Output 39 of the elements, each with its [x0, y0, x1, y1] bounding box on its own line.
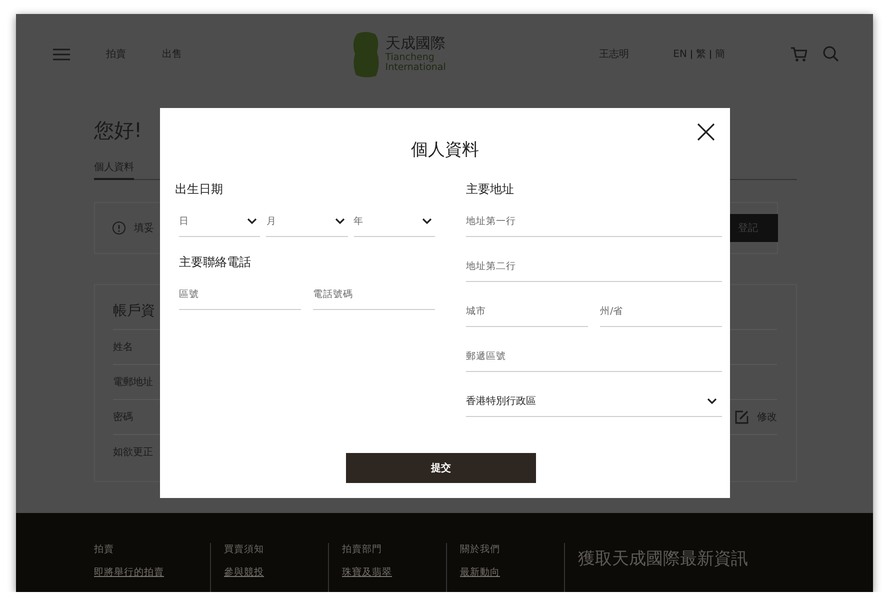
section-heading: 主要聯絡電話 [179, 254, 252, 271]
footer-heading: 拍賣 [94, 543, 115, 556]
footer-link[interactable]: 即將舉行的拍賣 [94, 566, 210, 579]
newsletter-heading: 獲取天成國際最新資訊 [577, 548, 748, 571]
info-icon [112, 221, 126, 235]
dropdown-field[interactable]: 香港特別行政區 [466, 386, 722, 417]
footer-link[interactable]: 參與競投 [224, 566, 328, 579]
close-icon [697, 123, 715, 141]
edit-icon [735, 410, 749, 424]
cart-icon[interactable] [790, 46, 807, 62]
footer-link[interactable]: 最新動向 [460, 566, 564, 579]
dropdown-field[interactable]: 日 [179, 206, 260, 237]
dropdown-field[interactable]: 月 [266, 206, 348, 237]
input-field[interactable]: 郵遞區號 [466, 341, 722, 372]
footer-heading: 關於我們 [460, 543, 501, 556]
footer-link[interactable]: 珠寶及翡翠 [342, 566, 446, 579]
submit-button[interactable]: 提交 [346, 453, 536, 483]
input-field[interactable]: 地址第一行 [466, 206, 722, 237]
input-field[interactable]: 州/省 [600, 296, 722, 327]
dropdown-field[interactable]: 年 [354, 206, 435, 237]
input-field[interactable]: 地址第二行 [466, 251, 722, 282]
input-field[interactable]: 電話號碼 [313, 279, 435, 310]
section-heading: 主要地址 [466, 181, 515, 198]
input-field[interactable]: 區號 [179, 279, 301, 310]
chevron-down-icon [420, 216, 433, 226]
footer-heading: 買賣須知 [224, 543, 265, 556]
section-heading: 出生日期 [175, 181, 224, 198]
logo-icon [351, 30, 382, 78]
chevron-down-icon [246, 216, 258, 226]
menu-icon[interactable] [53, 48, 70, 60]
chevron-down-icon [706, 396, 718, 406]
footer-heading: 拍賣部門 [342, 543, 383, 556]
input-field[interactable]: 城市 [466, 296, 588, 327]
close-button[interactable] [697, 123, 715, 141]
search-icon[interactable] [822, 46, 839, 62]
chevron-down-icon [334, 216, 346, 226]
modal-title: 個人資料 [410, 139, 480, 162]
logo-subtitle: International [385, 62, 446, 72]
logo-subtitle: Tiancheng [385, 53, 434, 62]
